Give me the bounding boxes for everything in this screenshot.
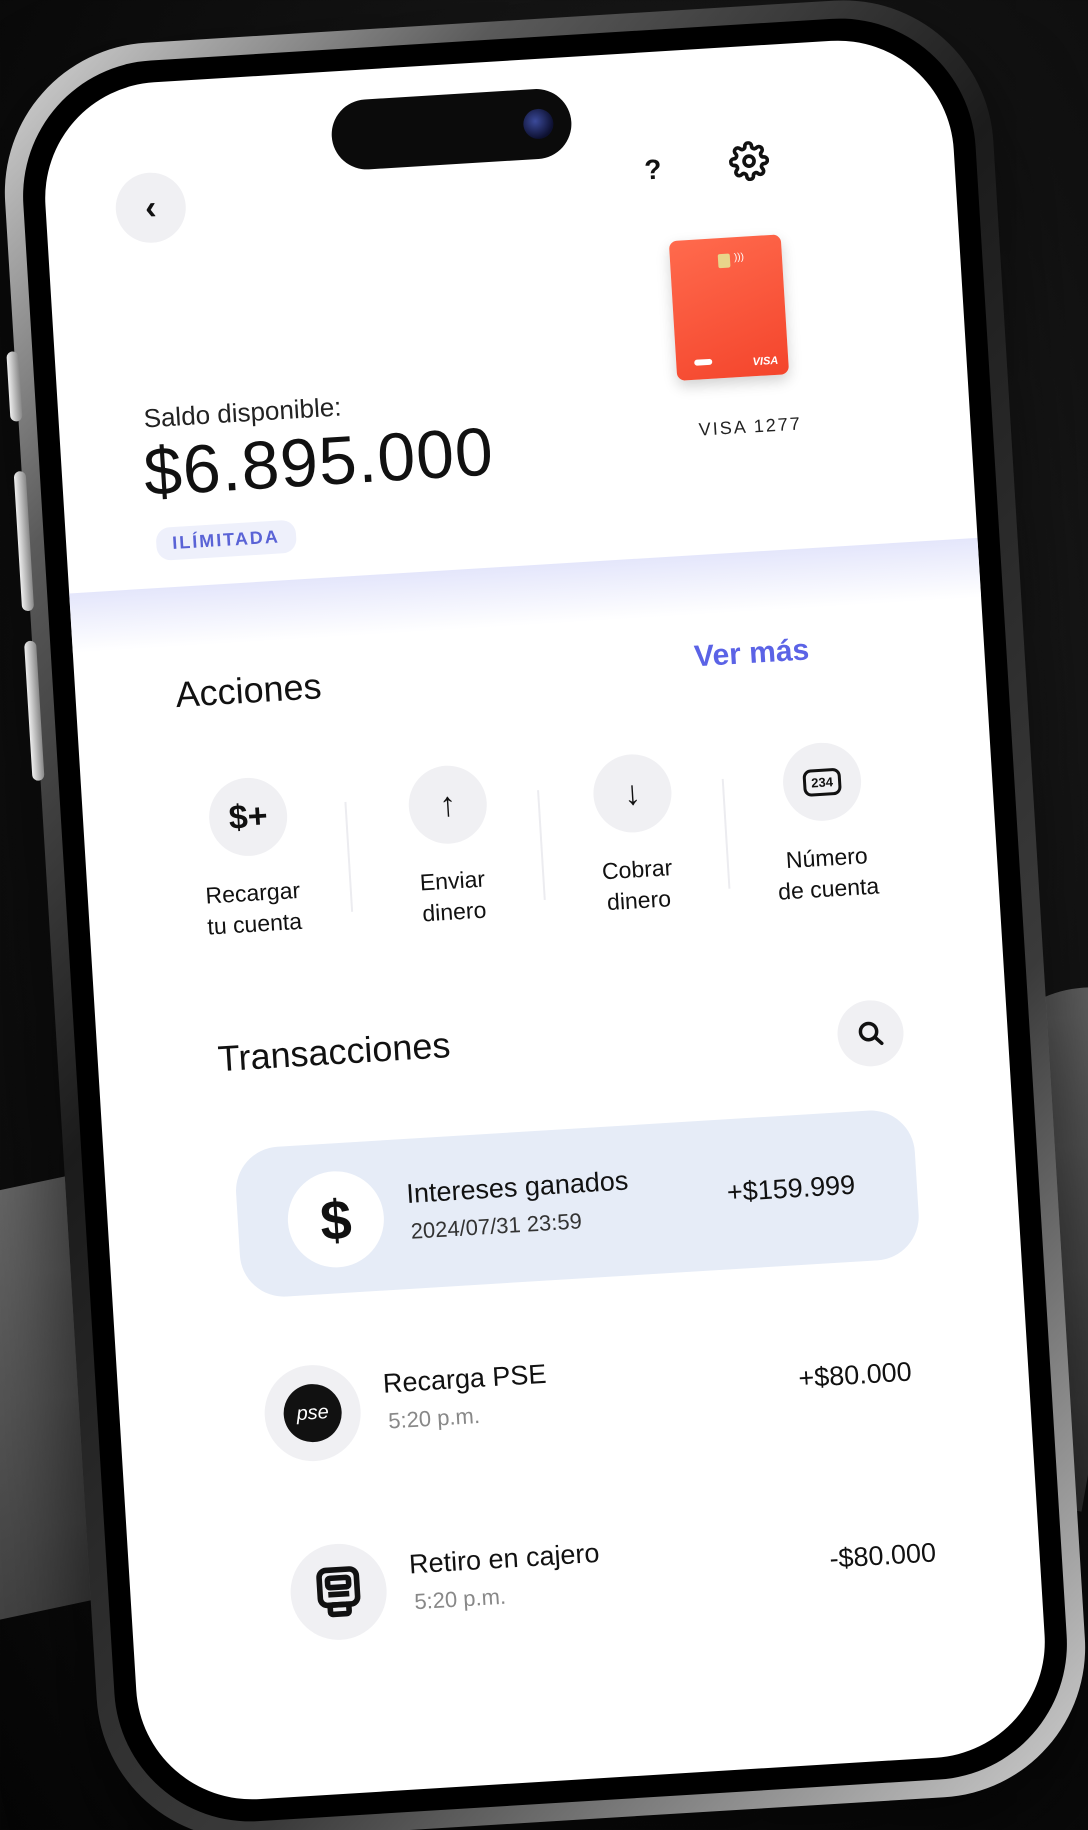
action-separator [344, 801, 354, 912]
debit-card[interactable]: ))) VISA [668, 234, 790, 381]
card-chip [717, 253, 731, 269]
action-request-money[interactable]: ↓ Cobrar dinero [550, 750, 720, 921]
transaction-amount: +$80.000 [797, 1356, 913, 1394]
action-label: Recargar tu cuenta [204, 876, 303, 940]
screen-bezel: ‹ ? ))) VISA VISA 1277 Saldo disponible:… [15, 10, 1075, 1830]
front-camera [522, 108, 555, 140]
search-icon [858, 1021, 884, 1046]
transaction-time: 5:20 p.m. [387, 1402, 481, 1434]
transaction-row[interactable] [287, 1541, 390, 1643]
phone-volume-down [24, 640, 45, 782]
transaction-row[interactable]: pse [261, 1362, 364, 1464]
dynamic-island [329, 86, 574, 172]
arrow-down-icon: ↓ [591, 752, 674, 835]
action-label: Enviar dinero [419, 865, 488, 927]
phone-side-button [6, 351, 23, 422]
back-button[interactable]: ‹ [113, 170, 188, 245]
card-caption: VISA 1277 [698, 413, 803, 440]
see-more-link[interactable]: Ver más [693, 633, 810, 674]
transaction-time: 5:20 p.m. [413, 1583, 507, 1615]
chevron-left-icon: ‹ [143, 187, 158, 227]
action-account-number[interactable]: 234 Número de cuenta [740, 738, 910, 909]
pse-icon: pse [281, 1382, 344, 1444]
transactions-title: Transacciones [216, 1024, 452, 1080]
action-recharge[interactable]: $+ Recargar tu cuenta [166, 773, 336, 944]
search-button[interactable] [835, 998, 906, 1069]
action-separator [721, 778, 731, 889]
transaction-amount: -$80.000 [828, 1537, 937, 1574]
transaction-title: Recarga PSE [382, 1358, 548, 1399]
add-money-icon: $+ [206, 775, 290, 859]
phone-frame: ‹ ? ))) VISA VISA 1277 Saldo disponible:… [0, 0, 1088, 1830]
actions-title: Acciones [174, 665, 323, 716]
action-separator [537, 790, 546, 901]
transaction-title: Retiro en cajero [408, 1537, 601, 1580]
account-number-icon: 234 [780, 740, 864, 824]
action-label: Cobrar dinero [601, 854, 673, 916]
app-screen: ‹ ? ))) VISA VISA 1277 Saldo disponible:… [38, 33, 1052, 1807]
card-logo-mark [694, 358, 713, 366]
phone-volume-up [13, 470, 35, 612]
action-send-money[interactable]: ↑ Enviar dinero [366, 761, 536, 932]
gear-icon [728, 141, 770, 182]
arrow-up-icon: ↑ [406, 763, 490, 847]
settings-button[interactable] [723, 135, 776, 188]
help-button[interactable]: ? [643, 154, 662, 187]
action-label: Número de cuenta [777, 842, 880, 905]
account-type-badge: ILÍMITADA [155, 519, 297, 561]
card-brand: VISA [752, 354, 779, 369]
atm-icon [316, 1566, 361, 1618]
contactless-icon: ))) [733, 251, 745, 264]
